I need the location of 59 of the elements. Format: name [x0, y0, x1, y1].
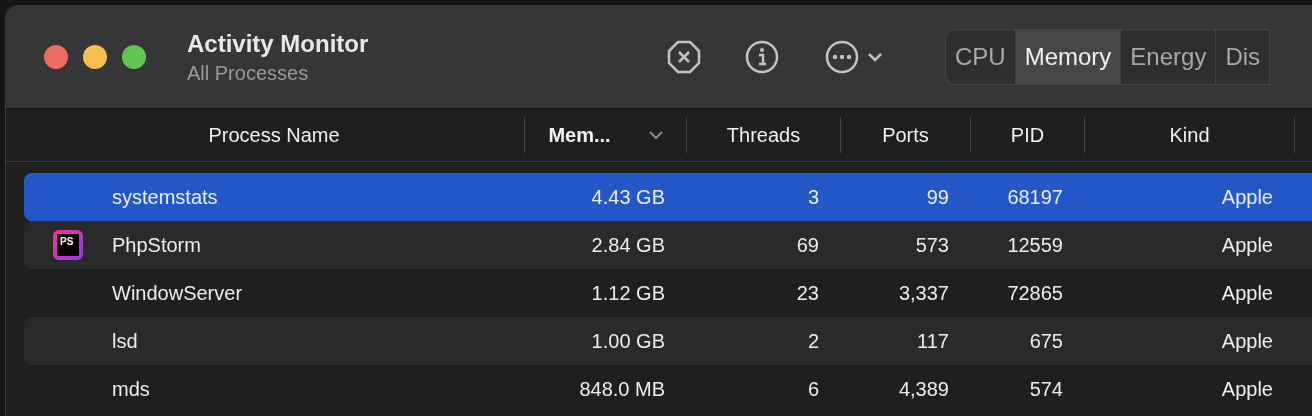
more-actions-button[interactable]: [825, 40, 883, 74]
table-cell-text: 69: [795, 233, 820, 257]
table-cell-text: 23: [795, 281, 820, 305]
app-icon: PS: [53, 230, 83, 260]
table-cell-text: WindowServer: [112, 281, 244, 305]
minimize-button[interactable]: [83, 45, 107, 69]
table-cell-text: 3: [806, 185, 820, 209]
table-cell-text: 1.00 GB: [590, 329, 666, 353]
view-tab[interactable]: Memory: [1015, 30, 1122, 84]
table-cell-text: 72865: [1006, 281, 1064, 305]
process-row[interactable]: PS PhpStorm 2.84 GB 69 573 12559 Apple: [24, 221, 1312, 269]
table-cell-text: Apple: [1220, 377, 1274, 401]
zoom-button[interactable]: [122, 45, 146, 69]
column-header[interactable]: Mem...: [548, 123, 611, 147]
process-row[interactable]: mds 848.0 MB 6 4,389 574 Apple: [24, 365, 1312, 413]
table-cell-text: 68197: [1006, 185, 1064, 209]
table-cell-text: 1.12 GB: [590, 281, 666, 305]
stop-process-button[interactable]: [667, 40, 701, 74]
process-row[interactable]: WindowServer 1.12 GB 23 3,337 72865 Apple: [24, 269, 1312, 317]
table-cell-text: Apple: [1220, 281, 1274, 305]
table-cell-text: 848.0 MB: [578, 377, 666, 401]
window-subtitle: All Processes: [187, 61, 310, 85]
info-icon: [745, 40, 779, 74]
octagon-x-icon: [667, 40, 701, 74]
table-cell-text: Apple: [1220, 233, 1274, 257]
chevron-down-icon: [867, 52, 883, 62]
window-title: Activity Monitor: [187, 29, 370, 58]
process-row[interactable]: systemstats 4.43 GB 3 99 68197 Apple: [24, 173, 1312, 221]
close-button[interactable]: [44, 45, 68, 69]
column-header[interactable]: Process Name: [208, 123, 340, 147]
table-cell-text: 2.84 GB: [590, 233, 666, 257]
table-cell-text: Apple: [1220, 329, 1274, 353]
view-tab[interactable]: CPU: [946, 30, 1016, 84]
column-header[interactable]: Kind: [1169, 123, 1210, 147]
table-cell-text: 2: [806, 329, 820, 353]
table-cell-text: PhpStorm: [112, 233, 202, 257]
column-header[interactable]: PID: [1010, 123, 1045, 147]
sort-chevron-icon: [648, 130, 663, 140]
table-cell-text: 6: [806, 377, 820, 401]
column-header[interactable]: Threads: [726, 123, 801, 147]
column-header[interactable]: Ports: [882, 123, 929, 147]
table-cell-text: 12559: [1006, 233, 1064, 257]
table-cell-text: mds: [112, 377, 151, 401]
info-button[interactable]: [745, 40, 779, 74]
table-cell-text: 99: [925, 185, 950, 209]
view-tab[interactable]: Energy: [1121, 30, 1217, 84]
table-cell-text: Apple: [1220, 185, 1274, 209]
table-cell-text: systemstats: [112, 185, 219, 209]
ellipsis-circle-icon: [825, 40, 859, 74]
table-cell-text: 675: [1028, 329, 1064, 353]
table-cell-text: lsd: [112, 329, 139, 353]
view-tab[interactable]: Dis: [1216, 30, 1271, 84]
table-cell-text: 574: [1028, 377, 1064, 401]
table-cell-text: 4,389: [897, 377, 950, 401]
table-cell-text: 573: [914, 233, 950, 257]
table-cell-text: 3,337: [897, 281, 950, 305]
process-row[interactable]: lsd 1.00 GB 2 117 675 Apple: [24, 317, 1312, 365]
table-cell-text: 117: [916, 329, 950, 353]
table-cell-text: 4.43 GB: [590, 185, 666, 209]
